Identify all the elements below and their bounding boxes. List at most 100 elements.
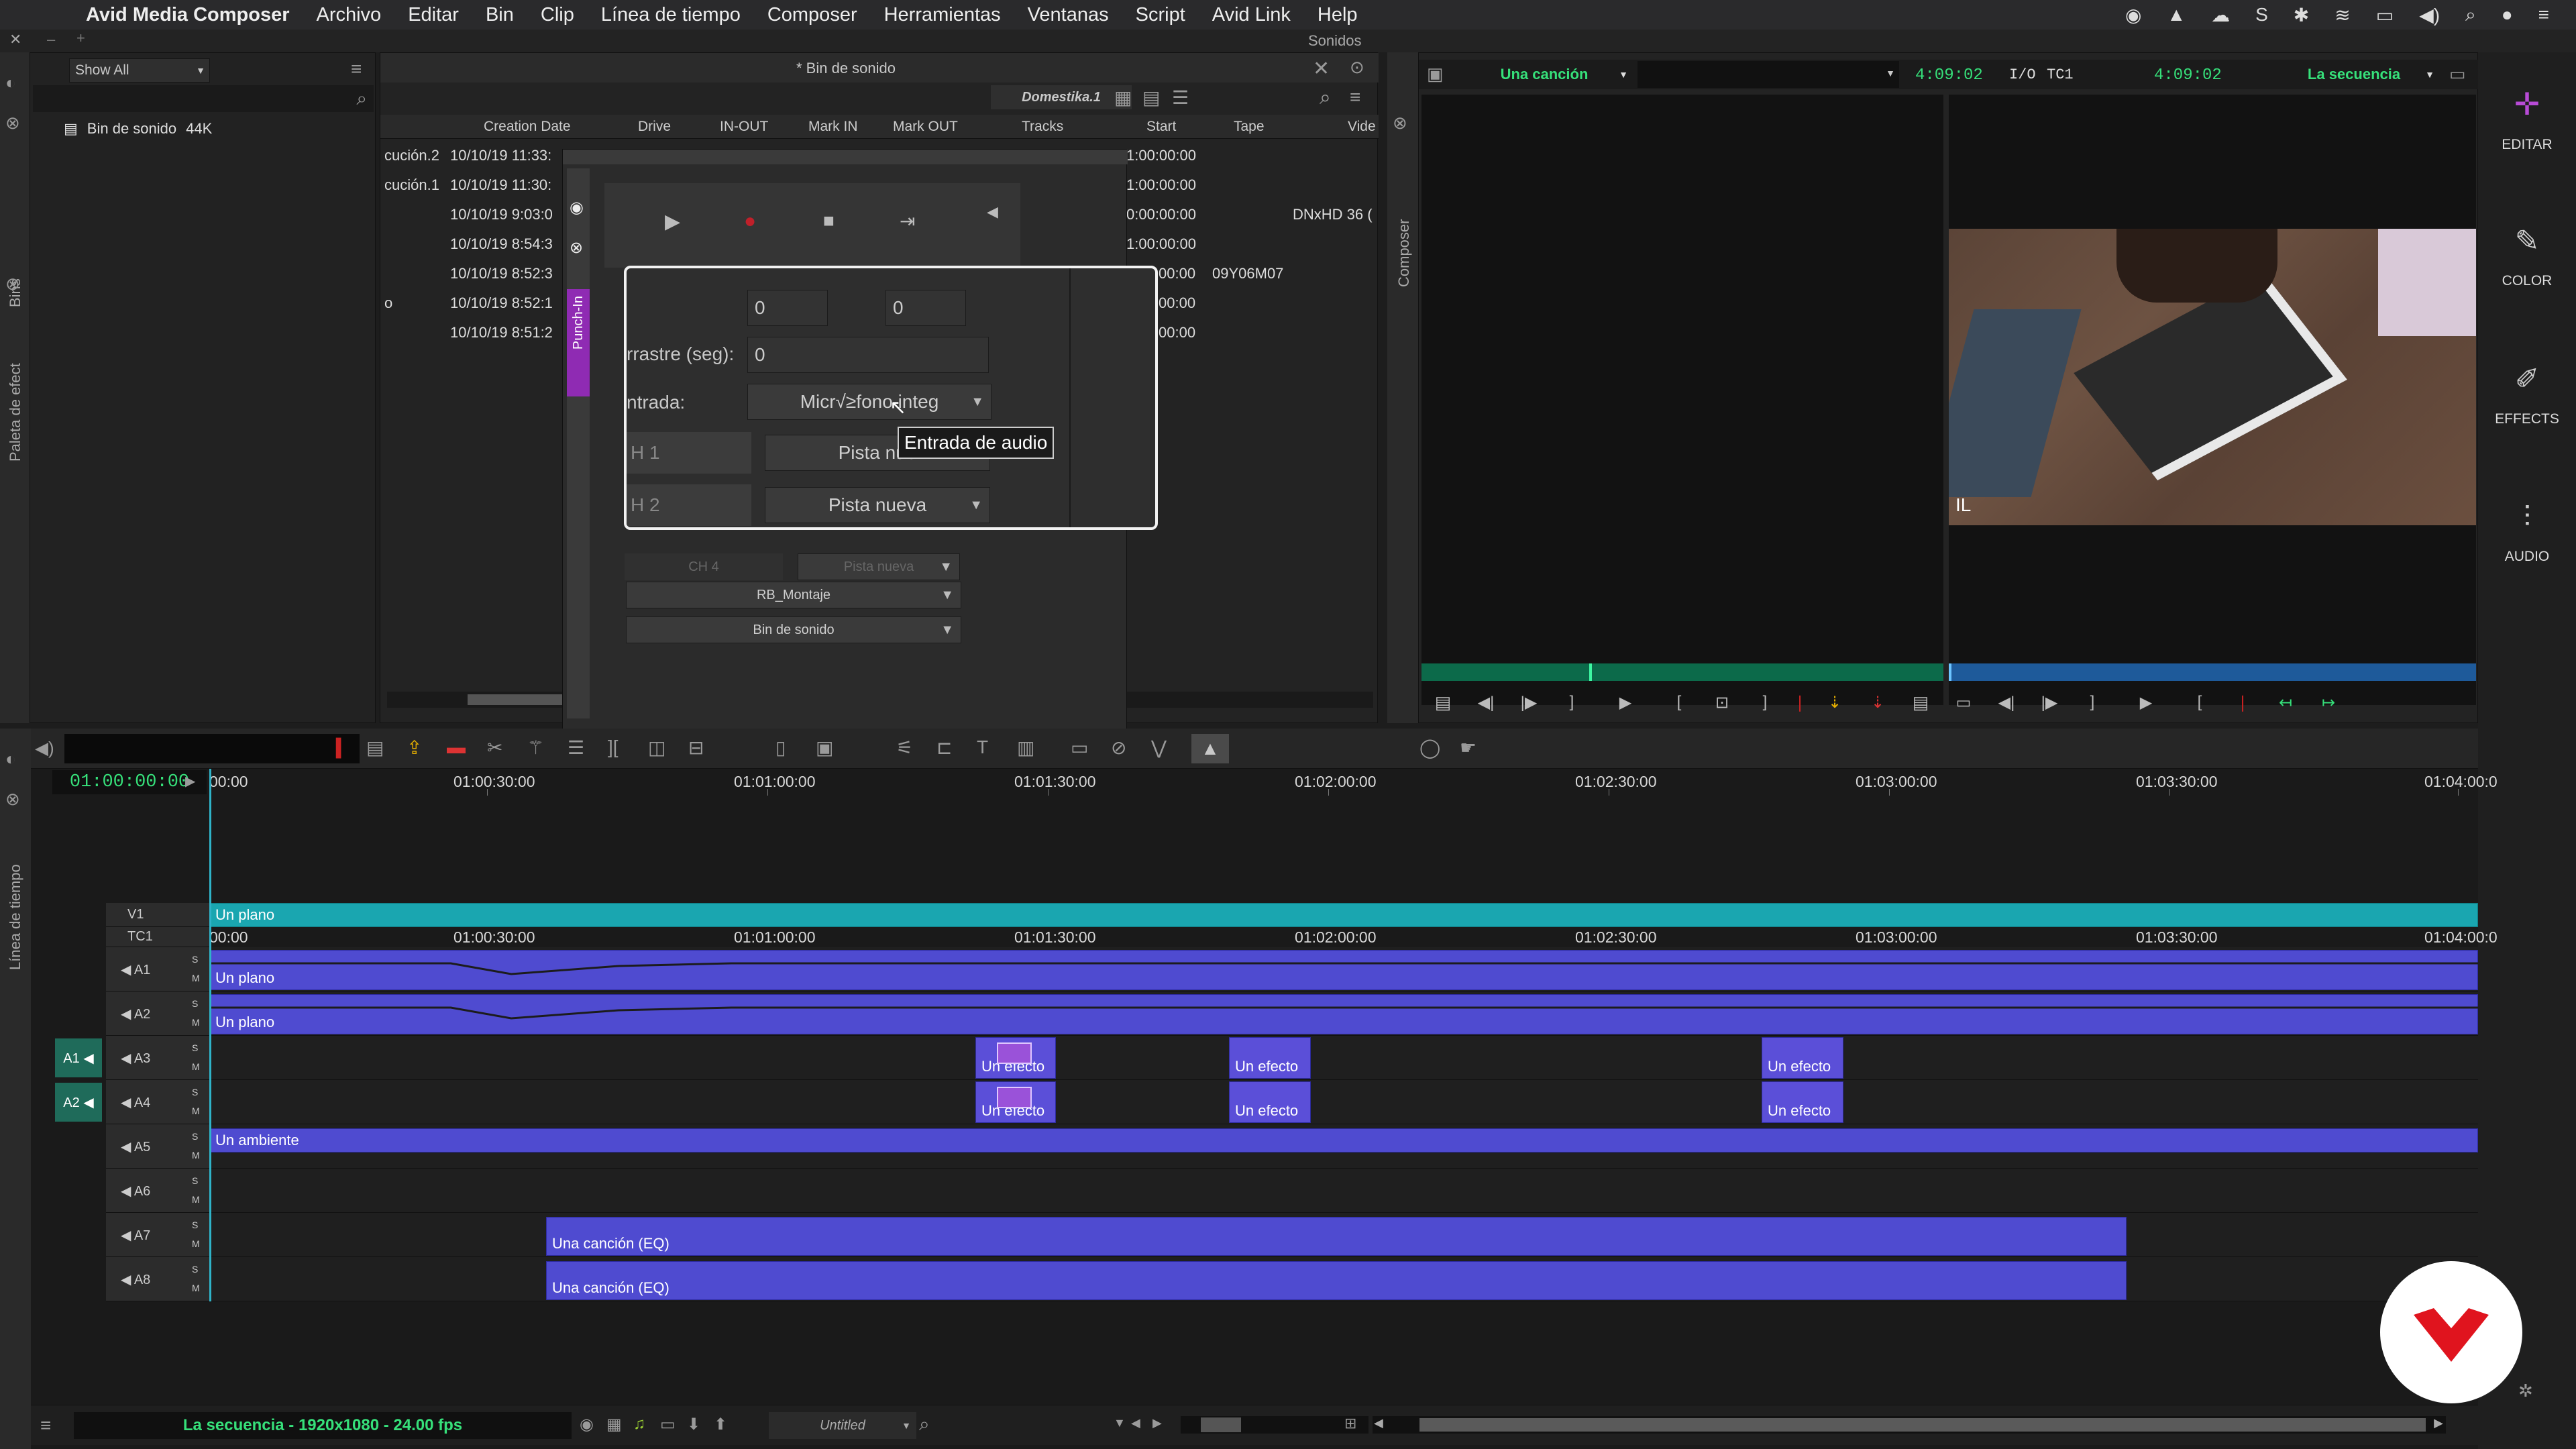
play-marker-icon[interactable]: ▶ [185,773,195,790]
record-monitor-menu-icon[interactable]: ▤ [1899,692,1942,713]
menu-help[interactable]: Help [1318,4,1358,26]
target-sequence-dropdown[interactable]: RB_Montaje ▼ [626,582,961,608]
trim-right-button[interactable]: ↦ [2307,693,2350,712]
zoom-slider[interactable] [1181,1416,1368,1434]
toolbar-menu-icon[interactable]: ▤ [366,737,384,759]
insert-icon[interactable]: ▯ [775,737,786,759]
overwrite-icon[interactable]: ⊟ [688,737,704,759]
clip-a7[interactable]: Una canción (EQ) [546,1217,2127,1256]
effect-mode-icon[interactable]: ⚚ [527,737,544,759]
clip-a1[interactable]: Un plano [209,950,2478,990]
monitor-menu-icon[interactable]: ▭ [2449,64,2466,85]
workspace-audio-button[interactable]: ⫶ AUDIO [2478,500,2576,594]
trim-left-button[interactable]: ↤ [2264,693,2307,712]
close-composer-icon[interactable]: ⊗ [1393,113,1407,133]
mark-in-button[interactable]: [ [2178,693,2221,712]
record-button[interactable]: ● [744,210,756,233]
workspace-color-button[interactable]: ✎ COLOR [2478,224,2576,318]
close-timeline-icon[interactable]: ⊗ [5,789,20,810]
clip-a4-effect-3[interactable]: Un efecto [1762,1081,1843,1123]
track-lane[interactable] [209,1080,2478,1124]
step-back-button[interactable]: ◀| [1464,693,1507,712]
close-bins-icon[interactable]: ⊗ [5,113,20,133]
close-icon[interactable]: ✕ [1313,57,1330,80]
play-button[interactable]: ▶ [1593,693,1658,712]
record-position-bar[interactable] [1949,663,2476,681]
bins-search-bar[interactable]: ⌕ [33,85,374,112]
clip-a3-effect-3[interactable]: Un efecto [1762,1037,1843,1079]
timeline-menu-icon[interactable]: ≡ [40,1415,51,1436]
timeline-ruler[interactable]: 00:00 01:00:30:00 01:01:00:00 01:01:30:00 01… [209,770,2498,797]
bin-list-item[interactable]: ▤ Bin de sonido 44K [64,120,212,138]
up-arrow-icon[interactable]: ⬆ [714,1415,727,1434]
list-view-icon[interactable]: ☰ [1172,87,1189,109]
split-icon[interactable]: ◫ [648,737,665,759]
source-info-field[interactable]: ▼ [1638,61,1899,88]
track-header-a6[interactable]: ◀ A6 S M [106,1169,209,1213]
solo-mute-toggle[interactable]: SM [192,1216,200,1253]
col-tape[interactable]: Tape [1234,119,1265,135]
monitor-out-icon[interactable]: ▭ [1071,737,1088,759]
source-monitor-menu-icon[interactable]: ▤ [1421,692,1464,713]
disable-icon[interactable]: ⊘ [1111,737,1126,759]
add-marker-button[interactable]: ❘ [1786,693,1813,712]
collapse-left-icon[interactable]: ◀ [987,203,998,221]
menu-ventanas[interactable]: Ventanas [1028,4,1109,26]
collapse-tracks-icon[interactable]: ▭ [660,1415,676,1434]
menu-archivo[interactable]: Archivo [316,4,381,26]
trim-mode-icon[interactable]: ][ [608,737,619,758]
playhead[interactable] [209,769,211,1301]
record-sequence-menu[interactable]: La secuencia ▼ [2267,61,2441,88]
step-forward-button[interactable]: |▶ [2028,693,2071,712]
project-dropdown[interactable]: Untitled ▼ [769,1412,916,1439]
user-icon[interactable]: ● [2502,4,2513,26]
timeline-tab[interactable]: Línea de tiempo [7,816,24,970]
workspace-effects-button[interactable]: ✐ EFFECTS [2478,362,2576,456]
scroll-right-icon[interactable]: ▶ [1152,1416,1162,1430]
source-track-a1[interactable]: A1 ◀ [55,1038,102,1077]
solo-mute-toggle[interactable]: SM [192,1083,200,1120]
frame-view-icon[interactable]: ▦ [1114,87,1132,109]
close-icon[interactable]: ⊗ [570,238,583,258]
record-status-icon[interactable]: ◉ [2125,4,2141,26]
scroll-left-icon[interactable]: ◀ [1131,1416,1140,1430]
target-bin-dropdown[interactable]: Bin de sonido ▼ [626,616,961,643]
source-position-bar[interactable] [1421,663,1943,681]
volume-icon[interactable]: ◀) [2419,4,2440,26]
mark-in-button[interactable]: [ [1658,693,1701,712]
chevron-down-icon[interactable]: ▼ [1114,1416,1126,1430]
overwrite-button[interactable]: ⇣ [1856,693,1899,712]
script-view-icon[interactable]: ▤ [1142,87,1160,109]
track-header-a7[interactable]: ◀ A7 S M [106,1213,209,1257]
collapse-icon[interactable]: ◉ [570,198,584,217]
punch-in-field-2[interactable]: 0 [885,290,966,326]
clip-a4-effect-2[interactable]: Un efecto [1229,1081,1311,1123]
control-center-icon[interactable]: ≡ [2538,4,2549,26]
airplay-icon[interactable]: ▭ [2376,4,2394,26]
menu-script[interactable]: Script [1136,4,1185,26]
fit-icon[interactable]: ⊞ [1344,1415,1356,1432]
bin-view-dropdown[interactable]: Domestika.1 [991,85,1132,109]
menu-app-name[interactable]: Avid Media Composer [86,4,289,26]
timeline-timecode-field[interactable] [64,734,360,763]
minimize-icon[interactable]: – [47,31,55,48]
close-effects-icon[interactable]: ⊗ [5,274,20,294]
collapse-icon[interactable]: ⊙ [1350,57,1364,78]
source-clip-menu[interactable]: Una canción ▼ [1454,61,1635,88]
clip-color-icon[interactable]: ◉ [580,1415,594,1434]
track-header-a5[interactable]: ◀ A5 S M [106,1124,209,1169]
s-app-icon[interactable]: S [2255,4,2268,26]
track-header-tc1[interactable]: TC1 [106,927,209,947]
mark-out-button[interactable]: ] [2071,693,2114,712]
menu-bin[interactable]: Bin [486,4,514,26]
collapse-icon[interactable]: ◐ [5,749,16,769]
clip-v1[interactable]: Un plano [209,903,2478,927]
source-track-a2[interactable]: A2 ◀ [55,1083,102,1122]
search-icon[interactable]: ⌕ [356,88,367,110]
track-lane[interactable] [209,1036,2478,1080]
workspace-editar-button[interactable]: ✛ EDITAR [2478,86,2576,180]
track-header-a2[interactable]: ◀ A2 S M [106,991,209,1036]
sync-icon[interactable]: ⋁ [1151,737,1167,759]
solo-mute-toggle[interactable]: SM [192,1038,200,1076]
col-video[interactable]: Vide [1348,119,1376,135]
